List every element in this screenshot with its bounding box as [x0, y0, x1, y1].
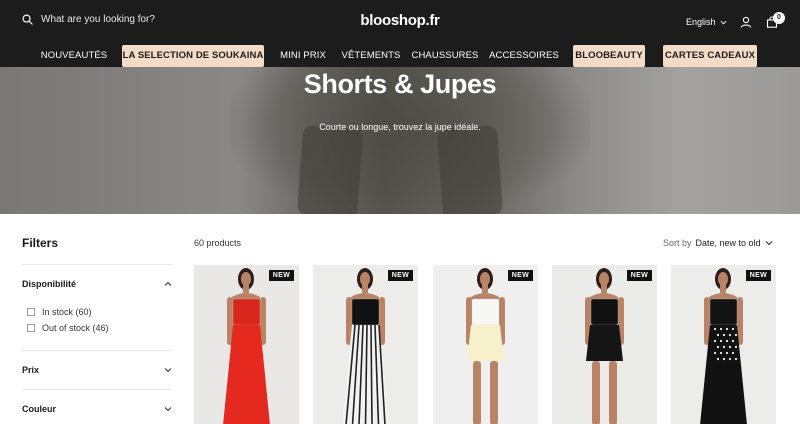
facet-availability-toggle[interactable]: Disponibilité [22, 279, 172, 289]
facet-price-toggle[interactable]: Prix [22, 365, 172, 375]
main-nav: NOUVEAUTÉS LA SELECTION DE SOUKAINA MINI… [0, 45, 800, 67]
language-selector[interactable]: English [686, 17, 727, 27]
chevron-up-icon [164, 281, 172, 286]
chevron-down-icon [164, 407, 172, 412]
filter-option-label: In stock (60) [42, 307, 92, 317]
nav-item-mini-prix[interactable]: MINI PRIX [277, 45, 329, 67]
product-image[interactable] [433, 265, 538, 424]
new-badge: NEW [387, 270, 413, 281]
facet-price-label: Prix [22, 365, 40, 375]
collection-title: Shorts & Jupes [303, 69, 497, 99]
divider [22, 389, 172, 390]
account-icon[interactable] [740, 16, 752, 28]
nav-item-vetements[interactable]: VÊTEMENTS [337, 45, 405, 67]
nav-item-chaussures[interactable]: CHAUSSURES [409, 45, 481, 67]
new-badge: NEW [626, 270, 652, 281]
product-image[interactable] [194, 265, 299, 424]
sort-value: Date, new to old [695, 238, 761, 248]
chevron-down-icon [164, 368, 172, 373]
product-card[interactable]: NEW [671, 265, 776, 424]
divider [22, 350, 172, 351]
facet-color-label: Couleur [22, 404, 57, 414]
filter-option-label: Out of stock (46) [42, 323, 109, 333]
filter-in-stock[interactable]: In stock (60) [27, 307, 92, 317]
product-count: 60 products [194, 238, 242, 248]
language-label: English [686, 17, 716, 27]
product-card[interactable]: NEW [433, 265, 538, 424]
nav-item-nouveautes[interactable]: NOUVEAUTÉS [36, 45, 112, 67]
chevron-down-icon [720, 20, 726, 24]
nav-item-bloobeauty[interactable]: BLOOBEAUTY [573, 45, 645, 67]
hero-image-detail [296, 125, 364, 214]
hero-image-detail [436, 125, 504, 214]
in-stock-checkbox[interactable] [27, 308, 35, 316]
chevron-down-icon [765, 241, 772, 246]
nav-item-cartes-cadeaux[interactable]: CARTES CADEAUX [663, 45, 757, 67]
facet-availability-label: Disponibilité [22, 279, 76, 289]
collection-hero: Shorts & Jupes Courte ou longue, trouvez… [0, 67, 800, 214]
product-card[interactable]: NEW [552, 265, 657, 424]
product-card[interactable]: NEW [194, 265, 299, 424]
out-of-stock-checkbox[interactable] [27, 324, 35, 332]
cart-count-badge: 0 [773, 12, 785, 24]
nav-item-selection-soukaina[interactable]: LA SELECTION DE SOUKAINA [122, 45, 264, 67]
site-logo[interactable]: blooshop.fr [0, 12, 800, 29]
product-card[interactable]: NEW [313, 265, 418, 424]
site-header: blooshop.fr English 0 NOUVEAUTÉS LA SELE… [0, 0, 800, 67]
filter-out-of-stock[interactable]: Out of stock (46) [27, 323, 109, 333]
new-badge: NEW [507, 270, 533, 281]
top-bar: blooshop.fr English 0 [0, 0, 800, 44]
sort-label: Sort by [663, 238, 692, 248]
facet-color-toggle[interactable]: Couleur [22, 404, 172, 414]
product-image[interactable] [313, 265, 418, 424]
divider [22, 264, 172, 265]
sort-dropdown[interactable]: Sort by Date, new to old [663, 238, 773, 248]
nav-item-accessoires[interactable]: ACCESSOIRES [488, 45, 560, 67]
new-badge: NEW [745, 270, 771, 281]
product-image[interactable] [671, 265, 776, 424]
filters-title: Filters [22, 236, 59, 250]
collection-subtitle: Courte ou longue, trouvez la jupe idéale… [319, 122, 481, 132]
product-image[interactable] [552, 265, 657, 424]
new-badge: NEW [268, 270, 294, 281]
